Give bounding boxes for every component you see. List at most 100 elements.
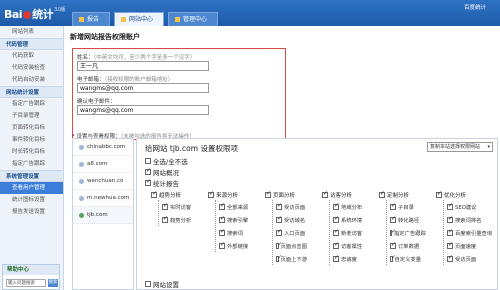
perm-item: 指定广告跟踪: [390, 226, 426, 239]
baidu-tongji-logo[interactable]: Bai 统计3.0版: [4, 6, 66, 22]
help-search-input[interactable]: 输入问题搜索: [6, 279, 46, 287]
perm-checkbox[interactable]: [390, 202, 396, 210]
perm-checkbox[interactable]: [276, 228, 282, 236]
copy-permission-select[interactable]: 复制本站选择权限网站 ▾: [427, 142, 493, 152]
perm-item: 搜索词: [219, 226, 250, 239]
tab-report[interactable]: 报告: [72, 12, 111, 26]
perm-item: 趋势分析: [162, 213, 193, 226]
confirm-email-input[interactable]: wangms@qq.com: [77, 105, 209, 115]
stat-report-checkbox[interactable]: [145, 178, 151, 186]
site-item[interactable]: m.newhua.com: [73, 190, 133, 207]
perm-label: 子目录: [398, 204, 414, 211]
sidebar-item-site-list[interactable]: 网站列表: [0, 26, 63, 38]
site-icon: [79, 178, 84, 184]
group-checkbox[interactable]: [265, 190, 271, 198]
email-label: 电子邮箱：（接收权限的账户邮箱地址）: [77, 75, 173, 83]
perm-checkbox[interactable]: [333, 228, 339, 236]
group-checkbox[interactable]: [322, 190, 328, 198]
email-input[interactable]: wangms@qq.com: [77, 83, 209, 93]
site-item[interactable]: wenchuan.co: [73, 173, 133, 190]
site-settings-checkbox[interactable]: [145, 281, 151, 287]
confirm-email-label: 确认电子邮件：: [77, 99, 116, 105]
perm-checkbox[interactable]: [447, 254, 453, 262]
perm-label: 实时访客: [170, 204, 192, 211]
site-overview-label: 网站概况: [153, 169, 179, 177]
sidebar-item-ad-tracking[interactable]: 指定广告跟踪: [0, 98, 63, 110]
perm-checkbox[interactable]: [333, 202, 339, 210]
site-item[interactable]: a8.com: [73, 156, 133, 173]
perm-item: 转化路径: [390, 213, 421, 226]
perm-checkbox[interactable]: [390, 215, 396, 223]
sidebar-head-system[interactable]: 系统管理设置: [0, 170, 63, 182]
site-label: m.newhua.com: [87, 194, 130, 201]
site-icon: [79, 212, 84, 218]
top-link[interactable]: 百度统计: [464, 3, 486, 11]
tab-admin-center[interactable]: 管理中心: [168, 12, 219, 26]
group-checkbox[interactable]: [436, 190, 442, 198]
perm-checkbox[interactable]: [276, 215, 282, 223]
permission-panel: 给网站 tjb.com 设置权限项 复制本站选择权限网站 ▾ 全选/全不选 网站概…: [136, 138, 498, 290]
perm-item: SEO建议: [447, 200, 496, 213]
perm-checkbox[interactable]: [276, 202, 282, 210]
perm-checkbox[interactable]: [447, 228, 453, 236]
perm-label: 搜索引擎: [227, 217, 249, 224]
perm-checkbox[interactable]: [390, 254, 395, 262]
sidebar-item-check-code[interactable]: 代码安装检查: [0, 62, 63, 74]
sidebar-item-user-manage[interactable]: 查看用户管理: [0, 182, 63, 194]
perm-checkbox[interactable]: [333, 241, 339, 249]
perm-checkbox[interactable]: [276, 241, 281, 249]
perm-checkbox[interactable]: [219, 228, 225, 236]
perm-checkbox[interactable]: [390, 241, 396, 249]
report-icon: [79, 17, 84, 22]
sidebar-item-subdir[interactable]: 子目录管理: [0, 110, 63, 122]
sidebar-item-icon-settings[interactable]: 统计图标设置: [0, 194, 63, 206]
sidebar-item-event-goal[interactable]: 事件转化目标: [0, 134, 63, 146]
sidebar-item-auto-install[interactable]: 代码自动安装: [0, 74, 63, 86]
perm-label: 访客属性: [341, 243, 363, 250]
perm-checkbox[interactable]: [162, 202, 168, 210]
perm-checkbox[interactable]: [219, 202, 225, 210]
admin-icon: [175, 17, 181, 22]
group-checkbox[interactable]: [151, 190, 157, 198]
perm-checkbox[interactable]: [333, 254, 339, 262]
sidebar-item-report-send[interactable]: 报告发送设置: [0, 206, 63, 218]
group-optimize: 优化分析 SEO建议 搜索词排名 百度索引量查询 页面速度 受访页面: [436, 190, 496, 290]
permission-title: 给网站 tjb.com 设置权限项: [145, 144, 238, 153]
perm-label: 订单数据: [398, 243, 420, 250]
perm-checkbox[interactable]: [447, 215, 453, 223]
tab-site-center[interactable]: 网站中心: [114, 12, 165, 26]
perm-checkbox[interactable]: [447, 241, 453, 249]
group-checkbox[interactable]: [208, 190, 214, 198]
group-items: 子目录 转化路径 指定广告跟踪 订单数据 自定义变量: [386, 200, 426, 265]
perm-checkbox[interactable]: [276, 254, 281, 262]
name-input[interactable]: 王一凡: [77, 61, 209, 71]
perm-checkbox[interactable]: [447, 202, 453, 210]
perm-item: 访客属性: [333, 239, 364, 252]
sidebar-item-page-goal[interactable]: 页面转化目标: [0, 122, 63, 134]
perm-label: 页面点击图: [280, 243, 308, 250]
sidebar-item-ad-tracking-2[interactable]: 指定广告跟踪: [0, 158, 63, 170]
group-head-label: 定制分析: [387, 193, 410, 199]
perm-checkbox[interactable]: [219, 241, 225, 249]
site-overview-checkbox[interactable]: [145, 167, 151, 175]
perm-checkbox[interactable]: [219, 215, 225, 223]
sidebar-item-get-code[interactable]: 代码获取: [0, 50, 63, 62]
site-item-selected[interactable]: tjb.com: [73, 207, 133, 224]
perm-checkbox[interactable]: [333, 215, 339, 223]
sidebar-item-duration-goal[interactable]: 时长转化目标: [0, 146, 63, 158]
logo-suffix: 统计: [32, 8, 54, 21]
group-checkbox[interactable]: [379, 190, 385, 198]
sidebar-head-code[interactable]: 代码管理: [0, 38, 63, 50]
perm-label: 系统环境: [341, 217, 363, 224]
perm-checkbox[interactable]: [390, 228, 396, 236]
sidebar-head-settings[interactable]: 网站统计设置: [0, 86, 63, 98]
help-search-button[interactable]: 搜索: [48, 279, 58, 287]
perm-label: 搜索词排名: [455, 217, 482, 224]
perm-label: 自定义变量: [394, 256, 422, 263]
site-item[interactable]: chinabbc.com: [73, 139, 133, 156]
select-all-checkbox[interactable]: [145, 158, 151, 164]
perm-checkbox[interactable]: [162, 215, 168, 223]
account-form: 姓名：（中英文均可，至少两个字至多一个汉字） 王一凡 电子邮箱：（接收权限的账户…: [72, 48, 286, 140]
site-settings-label: 网站设置: [153, 281, 179, 289]
group-head-label: 来源分析: [216, 193, 239, 199]
